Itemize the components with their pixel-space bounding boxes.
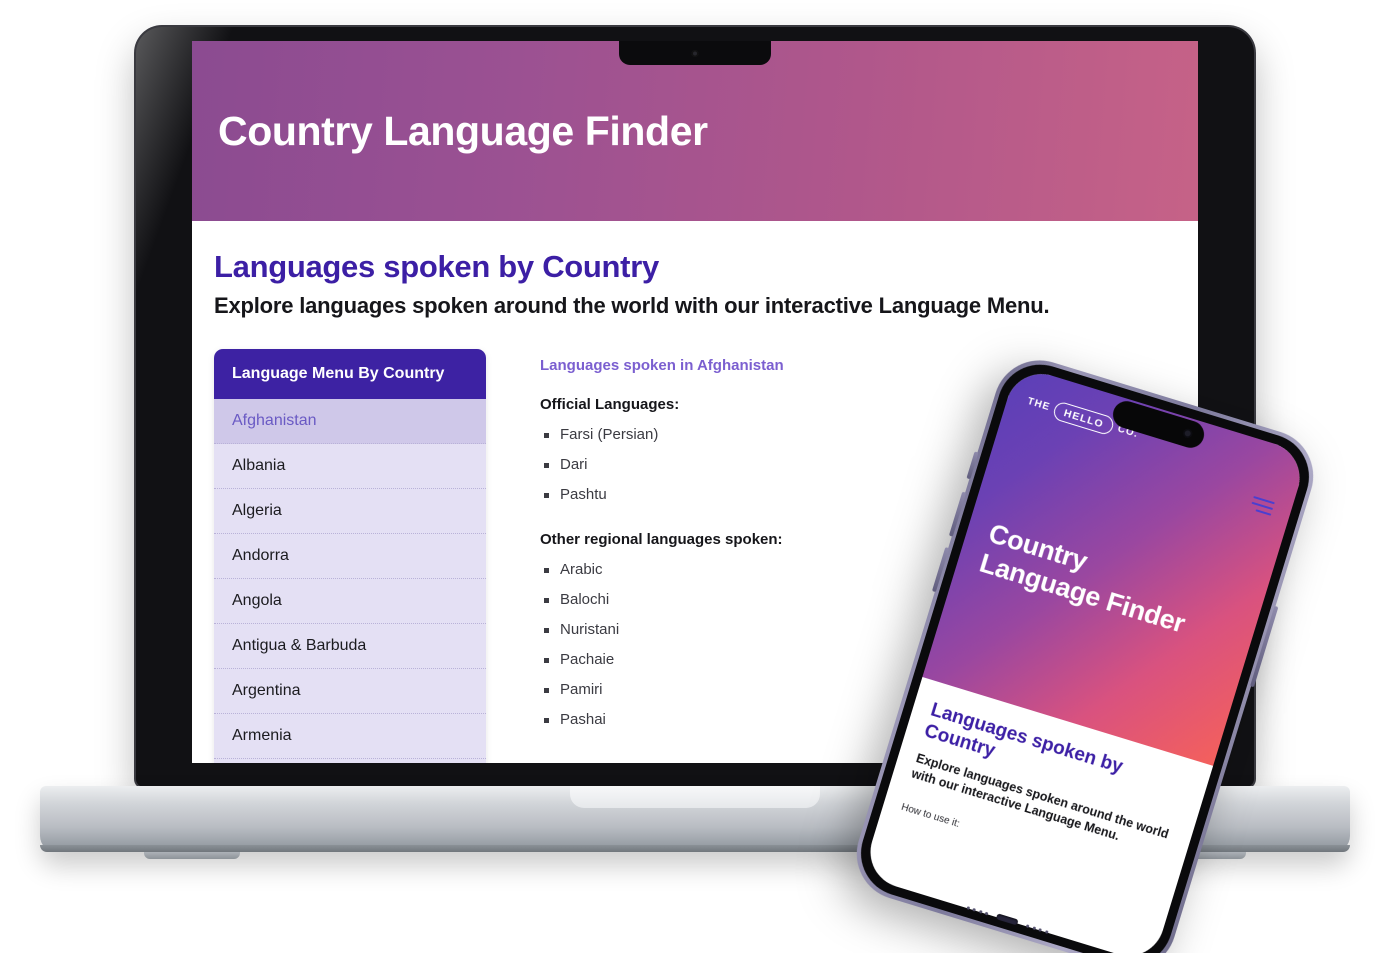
regional-languages-label: Other regional languages spoken:	[540, 531, 783, 548]
language-item: Arabic	[540, 561, 784, 578]
logo-hello-pill: HELLO	[1051, 400, 1116, 437]
language-item: Farsi (Persian)	[540, 426, 784, 443]
language-menu-header: Language Menu By Country	[214, 349, 486, 399]
page-heading: Languages spoken by Country	[214, 249, 659, 284]
language-menu-card: Language Menu By Country Afghanistan Alb…	[214, 349, 486, 763]
language-detail-panel: Languages spoken in Afghanistan Official…	[540, 349, 784, 756]
country-list-item[interactable]: Angola	[214, 579, 486, 624]
webcam-icon	[691, 50, 699, 57]
country-list-item[interactable]: Argentina	[214, 669, 486, 714]
language-item: Balochi	[540, 591, 784, 608]
hamburger-line	[1255, 509, 1272, 516]
speaker-grille-right	[1025, 923, 1049, 934]
site-title: Country Language Finder	[218, 107, 708, 154]
laptop-foot	[144, 850, 240, 859]
country-list-item[interactable]: Armenia	[214, 714, 486, 759]
country-list-item[interactable]: Afghanistan	[214, 399, 486, 444]
country-list-item[interactable]: Albania	[214, 444, 486, 489]
speaker-grille-left	[966, 905, 989, 915]
phone-hero-title: Country Language Finder	[976, 518, 1246, 654]
language-item: Nuristani	[540, 621, 784, 638]
country-list-item[interactable]: Antigua & Barbuda	[214, 624, 486, 669]
hamburger-menu-icon[interactable]	[1250, 495, 1275, 516]
page-subheading: Explore languages spoken around the worl…	[214, 293, 1050, 318]
detail-title: Languages spoken in Afghanistan	[540, 357, 784, 374]
language-item: Pashai	[540, 711, 784, 728]
regional-languages-list: Arabic Balochi Nuristani Pachaie Pamiri …	[540, 561, 784, 728]
country-list[interactable]: Afghanistan Albania Algeria Andorra Ango…	[214, 399, 486, 763]
laptop-notch	[619, 41, 771, 65]
site-header: Country Language Finder	[192, 41, 1198, 221]
country-list-item[interactable]: Algeria	[214, 489, 486, 534]
language-item: Pamiri	[540, 681, 784, 698]
country-list-item[interactable]: Andorra	[214, 534, 486, 579]
language-item: Dari	[540, 456, 784, 473]
official-languages-list: Farsi (Persian) Dari Pashtu	[540, 426, 784, 503]
logo-the-text: THE	[1026, 395, 1052, 414]
language-item: Pachaie	[540, 651, 784, 668]
language-item: Pashtu	[540, 486, 784, 503]
usb-c-port	[995, 913, 1019, 926]
mockup-scene: Country Language Finder Languages spoken…	[0, 0, 1400, 953]
country-list-item[interactable]: Australia	[214, 759, 486, 763]
official-languages-label: Official Languages:	[540, 396, 680, 413]
